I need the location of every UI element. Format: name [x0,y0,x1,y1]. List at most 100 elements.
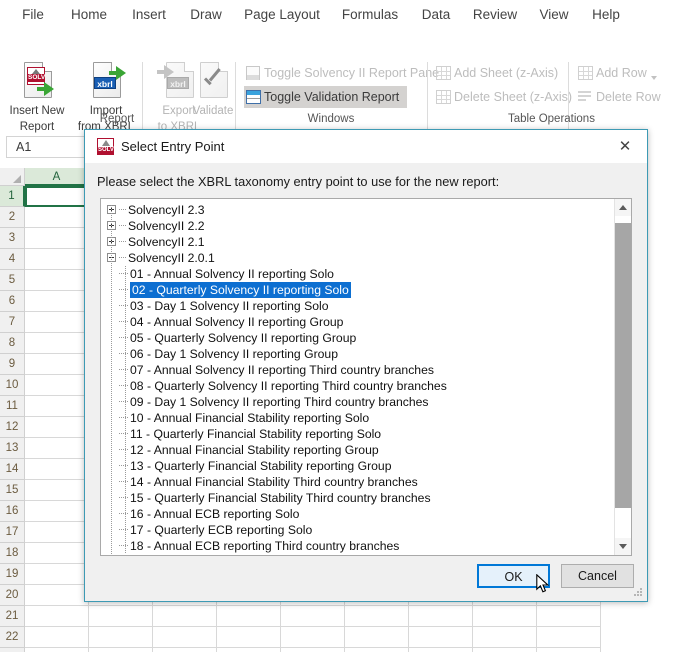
cell-D23[interactable] [217,648,281,652]
tree-item[interactable]: 01 - Annual Solvency II reporting Solo [101,266,613,282]
cell-H21[interactable] [473,606,537,627]
row-header-17[interactable]: 17 [0,522,25,543]
tree-item[interactable]: 14 - Annual Financial Stability Third co… [101,474,613,490]
ok-button[interactable]: OK [477,564,550,588]
row-header-21[interactable]: 21 [0,606,25,627]
cell-A22[interactable] [25,627,89,648]
row-header-13[interactable]: 13 [0,438,25,459]
ribbon-tab-home[interactable]: Home [62,0,116,30]
cell-A15[interactable] [25,480,89,501]
row-header-2[interactable]: 2 [0,207,25,228]
tree-item[interactable]: 04 - Annual Solvency II reporting Group [101,314,613,330]
tree-item[interactable]: 10 - Annual Financial Stability reportin… [101,410,613,426]
cell-C21[interactable] [153,606,217,627]
row-header-4[interactable]: 4 [0,249,25,270]
add-sheet-button[interactable]: Add Sheet (z-Axis) [434,62,558,84]
tree-item[interactable]: 12 - Annual Financial Stability reportin… [101,442,613,458]
scroll-down-icon[interactable] [615,538,631,555]
cell-I23[interactable] [537,648,601,652]
row-header-18[interactable]: 18 [0,543,25,564]
tree-group[interactable]: SolvencyII 2.0.1 [101,250,613,266]
cell-A16[interactable] [25,501,89,522]
tree-item[interactable]: 06 - Day 1 Solvency II reporting Group [101,346,613,362]
cell-G23[interactable] [409,648,473,652]
ribbon-tab-data[interactable]: Data [414,0,458,30]
cell-A2[interactable] [25,207,89,228]
cell-F23[interactable] [345,648,409,652]
cell-A7[interactable] [25,312,89,333]
delete-sheet-button[interactable]: Delete Sheet (z-Axis) [434,86,572,108]
tree-item[interactable]: 05 - Quarterly Solvency II reporting Gro… [101,330,613,346]
tree-item[interactable]: 16 - Annual ECB reporting Solo [101,506,613,522]
tree-item[interactable]: 11 - Quarterly Financial Stability repor… [101,426,613,442]
cell-E23[interactable] [281,648,345,652]
row-header-6[interactable]: 6 [0,291,25,312]
entry-point-tree[interactable]: SolvencyII 2.3SolvencyII 2.2 SolvencyII 2… [100,198,632,556]
add-row-button[interactable]: Add Row [576,62,647,84]
cell-A3[interactable] [25,228,89,249]
row-header-14[interactable]: 14 [0,459,25,480]
validate-button[interactable]: Validate [180,62,246,118]
row-header-3[interactable]: 3 [0,228,25,249]
ribbon-tab-draw[interactable]: Draw [182,0,230,30]
tree-group[interactable]: SolvencyII 2.2 [101,218,613,234]
cell-A12[interactable] [25,417,89,438]
row-header-15[interactable]: 15 [0,480,25,501]
row-header-23[interactable]: 23 [0,648,25,652]
row-header-11[interactable]: 11 [0,396,25,417]
cell-A11[interactable] [25,396,89,417]
toggle-solvency-report-pane-button[interactable]: Toggle Solvency II Report Pane [244,62,439,84]
cell-E21[interactable] [281,606,345,627]
cell-A9[interactable] [25,354,89,375]
toggle-validation-report-button[interactable]: Toggle Validation Report [244,86,407,108]
row-header-16[interactable]: 16 [0,501,25,522]
cell-A17[interactable] [25,522,89,543]
ribbon-tab-file[interactable]: File [12,0,54,30]
cell-C23[interactable] [153,648,217,652]
cell-B22[interactable] [89,627,153,648]
row-header-8[interactable]: 8 [0,333,25,354]
cell-A13[interactable] [25,438,89,459]
row-header-7[interactable]: 7 [0,312,25,333]
cell-A14[interactable] [25,459,89,480]
row-header-22[interactable]: 22 [0,627,25,648]
cell-A4[interactable] [25,249,89,270]
delete-row-button[interactable]: Delete Row [576,86,661,108]
select-all-corner[interactable] [0,168,25,186]
scrollbar-thumb[interactable] [615,223,631,508]
cell-E22[interactable] [281,627,345,648]
cell-H23[interactable] [473,648,537,652]
cell-F21[interactable] [345,606,409,627]
selected-cell-a1[interactable] [25,186,89,207]
tree-item[interactable]: 03 - Day 1 Solvency II reporting Solo [101,298,613,314]
close-icon[interactable]: ✕ [603,130,647,163]
tree-item[interactable]: 13 - Quarterly Financial Stability repor… [101,458,613,474]
cell-A6[interactable] [25,291,89,312]
cell-A18[interactable] [25,543,89,564]
ribbon-tab-help[interactable]: Help [584,0,628,30]
tree-item[interactable]: 08 - Quarterly Solvency II reporting Thi… [101,378,613,394]
cell-C22[interactable] [153,627,217,648]
tree-group[interactable]: SolvencyII 2.3 [101,202,613,218]
ribbon-tab-insert[interactable]: Insert [124,0,174,30]
tree-item[interactable]: 07 - Annual Solvency II reporting Third … [101,362,613,378]
cancel-button[interactable]: Cancel [561,564,634,588]
ribbon-tab-review[interactable]: Review [466,0,524,30]
ribbon-tab-page-layout[interactable]: Page Layout [238,0,326,30]
tree-item[interactable]: 17 - Quarterly ECB reporting Solo [101,522,613,538]
cell-B21[interactable] [89,606,153,627]
row-header-12[interactable]: 12 [0,417,25,438]
cell-G21[interactable] [409,606,473,627]
cell-I21[interactable] [537,606,601,627]
row-header-1[interactable]: 1 [0,186,25,207]
add-row-chevron-down-icon[interactable] [651,76,657,80]
cell-A5[interactable] [25,270,89,291]
scroll-up-icon[interactable] [615,199,631,216]
ribbon-tab-formulas[interactable]: Formulas [334,0,406,30]
cell-B23[interactable] [89,648,153,652]
tree-item[interactable]: 09 - Day 1 Solvency II reporting Third c… [101,394,613,410]
row-header-5[interactable]: 5 [0,270,25,291]
cell-A10[interactable] [25,375,89,396]
cell-G22[interactable] [409,627,473,648]
row-header-20[interactable]: 20 [0,585,25,606]
